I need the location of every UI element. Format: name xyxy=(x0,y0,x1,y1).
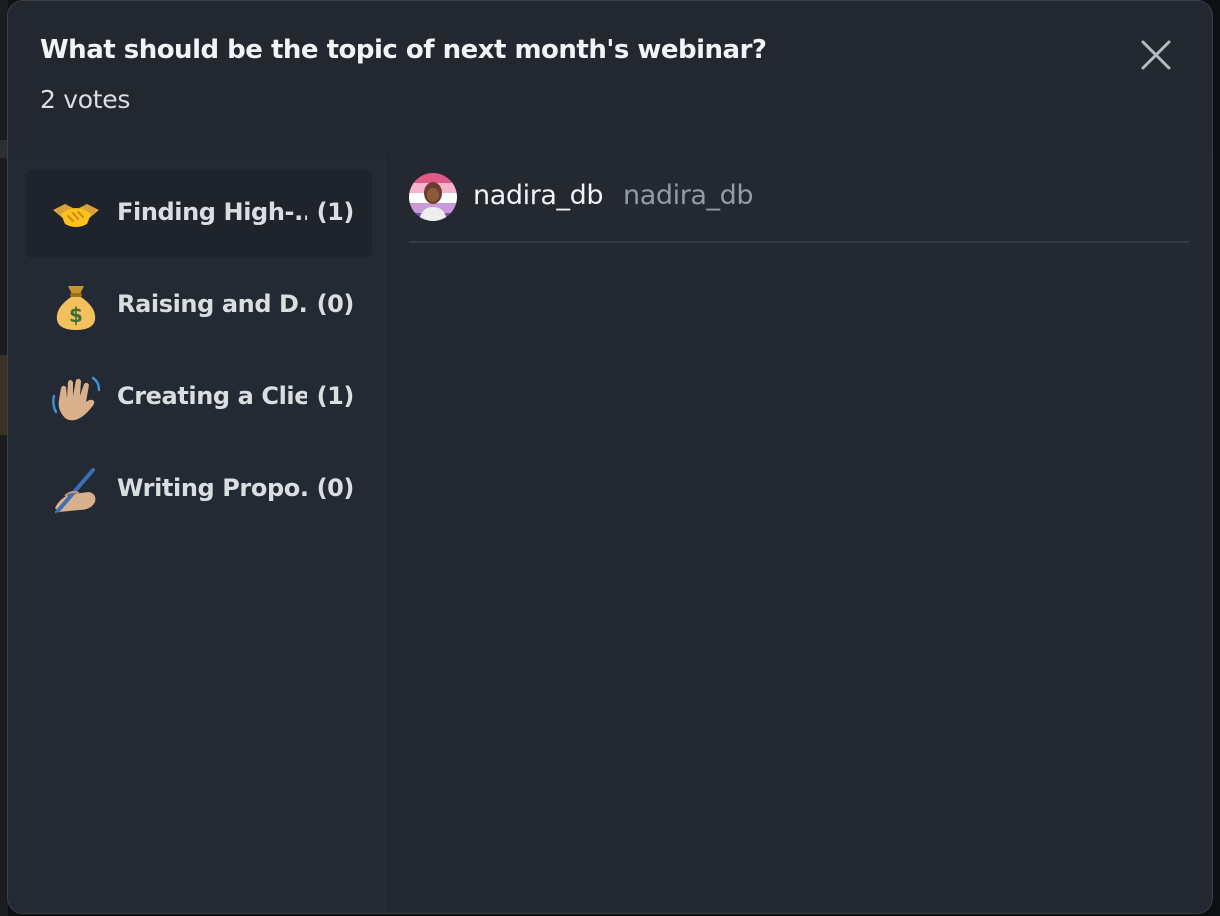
avatar[interactable] xyxy=(409,173,457,221)
svg-text:$: $ xyxy=(69,303,83,327)
poll-question-title: What should be the topic of next month's… xyxy=(40,35,767,65)
vote-count: 2 votes xyxy=(40,85,131,114)
writing-hand-icon xyxy=(51,466,101,516)
answer-label: Finding High-... xyxy=(117,198,307,226)
answer-label: Writing Propo... xyxy=(117,474,307,502)
answers-sidebar: Finding High-... (1) $ Raising and D... … xyxy=(8,153,388,913)
money-bag-icon: $ xyxy=(51,282,101,332)
answer-vote-count: (0) xyxy=(316,474,355,502)
close-button[interactable] xyxy=(1138,37,1174,73)
answer-label: Raising and D... xyxy=(117,290,307,318)
waving-hand-icon xyxy=(51,374,101,424)
close-icon xyxy=(1141,40,1171,70)
answer-vote-count: (1) xyxy=(316,382,355,410)
answer-vote-count: (1) xyxy=(316,198,355,226)
voters-panel: nadira_db nadira_db xyxy=(389,153,1212,913)
poll-results-modal: What should be the topic of next month's… xyxy=(7,0,1213,914)
answer-vote-count: (0) xyxy=(316,290,355,318)
answer-item-writing-proposals[interactable]: Writing Propo... (0) xyxy=(25,446,372,534)
answer-item-raising[interactable]: $ Raising and D... (0) xyxy=(25,262,372,350)
handshake-icon xyxy=(51,190,101,240)
voter-list-item[interactable]: nadira_db nadira_db xyxy=(409,171,1189,243)
voter-username: nadira_db xyxy=(623,180,754,211)
voter-display-name[interactable]: nadira_db xyxy=(473,180,604,211)
answer-label: Creating a Clie... xyxy=(117,382,307,410)
answer-item-finding-high[interactable]: Finding High-... (1) xyxy=(25,170,372,258)
answer-item-creating-client[interactable]: Creating a Clie... (1) xyxy=(25,354,372,442)
modal-header: What should be the topic of next month's… xyxy=(8,1,1212,153)
